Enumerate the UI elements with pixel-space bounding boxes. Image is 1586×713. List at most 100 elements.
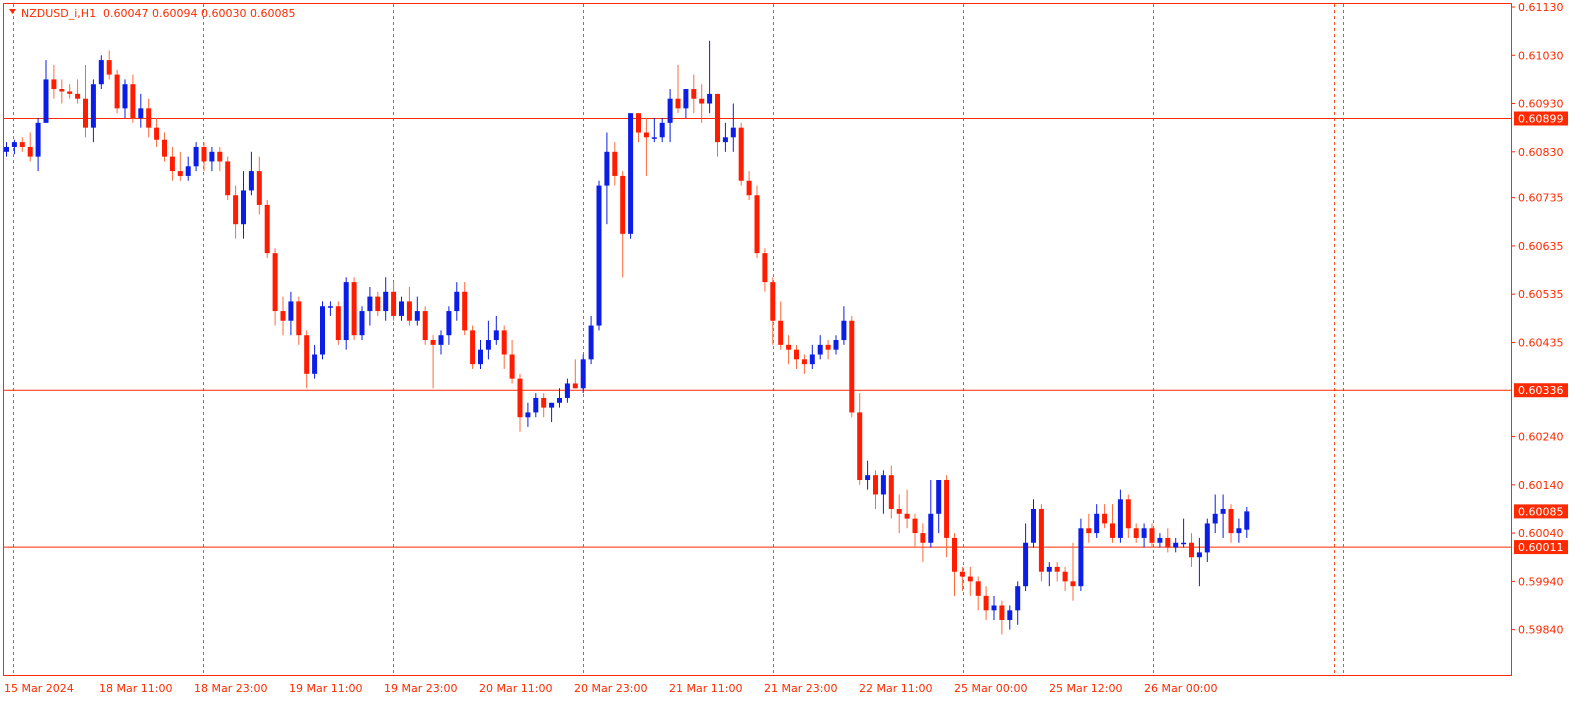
candle-body (841, 320, 847, 341)
candle-body (975, 581, 981, 596)
candle-body (264, 204, 270, 254)
candle-body (517, 378, 523, 418)
current-price-tag-label: 0.60085 (1518, 505, 1564, 518)
time-axis-label: 20 Mar 23:00 (574, 682, 647, 695)
candle-body (248, 171, 254, 191)
candle-body (1038, 508, 1044, 572)
candle-body (454, 291, 460, 312)
time-axis-label: 18 Mar 23:00 (194, 682, 267, 695)
candle-body (11, 142, 17, 147)
candle-body (256, 171, 262, 205)
candle-body (572, 383, 578, 389)
horizontal-level-tag-label: 0.60336 (1518, 384, 1564, 397)
time-axis-label: 25 Mar 00:00 (954, 682, 1027, 695)
time-axis-label: 20 Mar 11:00 (479, 682, 552, 695)
candle-body (667, 98, 673, 123)
candle-body (628, 113, 634, 234)
time-axis-label: 19 Mar 23:00 (384, 682, 457, 695)
candle-body (1212, 513, 1218, 524)
candle-body (525, 412, 531, 418)
horizontal-level-tag-label: 0.60011 (1518, 541, 1564, 554)
candle-body (169, 156, 175, 172)
candle-body (1007, 610, 1013, 620)
price-axis-label: 0.61030 (1518, 49, 1564, 62)
candle-body (272, 253, 278, 312)
candle-body (154, 127, 160, 140)
candle-body (359, 311, 365, 336)
candle-body (391, 291, 397, 316)
candle-body (659, 122, 665, 138)
candle-body (770, 282, 776, 321)
candle-body (1015, 586, 1021, 611)
candle-body (778, 320, 784, 345)
candle (225, 156, 231, 201)
time-axis-label: 26 Mar 00:00 (1144, 682, 1217, 695)
time-axis-label: 21 Mar 11:00 (669, 682, 742, 695)
candle-body (438, 335, 444, 345)
time-axis-label: 25 Mar 12:00 (1049, 682, 1122, 695)
candle (98, 55, 104, 90)
candle-body (1157, 537, 1163, 543)
price-axis-label: 0.60435 (1518, 336, 1564, 349)
candle-body (375, 296, 381, 312)
candle-body (1046, 566, 1052, 572)
candle-body (1125, 499, 1131, 529)
candle-body (707, 93, 713, 104)
candle-body (90, 84, 96, 128)
candle-body (367, 296, 373, 312)
candle-body (699, 98, 705, 104)
candle-body (541, 397, 547, 408)
candle-body (786, 344, 792, 350)
candle-body (1196, 552, 1202, 558)
time-axis-label: 15 Mar 2024 (4, 682, 74, 695)
candle-body (98, 60, 104, 85)
candle-body (825, 344, 831, 350)
candle-body (1094, 513, 1100, 534)
candle (114, 69, 120, 114)
candle-body (320, 306, 325, 355)
ohlc-values: 0.60047 0.60094 0.60030 0.60085 (103, 7, 295, 20)
candle-body (588, 325, 594, 360)
candle-body (296, 301, 302, 336)
candle-body (288, 301, 294, 321)
candle-body (343, 282, 349, 341)
candle-body (1031, 508, 1036, 543)
candle-body (1141, 528, 1147, 538)
candle (849, 315, 855, 418)
candle-body (1023, 542, 1029, 587)
candle-body (651, 137, 657, 139)
chart-header: NZDUSD_i,H1 0.60047 0.60094 0.60030 0.60… (9, 7, 295, 20)
symbol-label: NZDUSD_i,H1 (21, 7, 96, 20)
candle-body (1173, 542, 1179, 548)
candle (343, 277, 349, 350)
candle-body (478, 349, 483, 365)
time-axis-label: 21 Mar 23:00 (764, 682, 837, 695)
candle-body (35, 122, 41, 157)
candle-body (1181, 542, 1187, 545)
chart-window[interactable]: 0.61130 0.61030 0.60930 0.60830 0.60735 0.606… (0, 0, 1586, 709)
candle (422, 306, 428, 345)
candle-body (1110, 523, 1115, 538)
candle-body (1062, 571, 1068, 582)
candle-body (865, 475, 871, 481)
candle (320, 301, 325, 360)
candle-body (122, 84, 128, 109)
price-axis-label: 0.60735 (1518, 192, 1564, 205)
candle-body (312, 354, 318, 374)
candle-body (675, 98, 681, 109)
candle-body (485, 340, 491, 350)
candle-body (383, 291, 389, 312)
candle-body (1070, 581, 1076, 587)
candle-body (730, 127, 736, 138)
candle-body (233, 195, 239, 225)
candlestick-chart[interactable]: 0.61130 0.61030 0.60930 0.60830 0.60735 0.606… (0, 0, 1586, 709)
candle-body (327, 306, 333, 308)
candle-body (75, 93, 81, 99)
candle-body (809, 354, 815, 365)
candle-body (130, 84, 136, 119)
candle-body (280, 311, 286, 321)
candle-body (817, 344, 823, 355)
candle-body (636, 113, 641, 133)
candle-body (106, 60, 112, 75)
candle-body (1102, 513, 1108, 524)
